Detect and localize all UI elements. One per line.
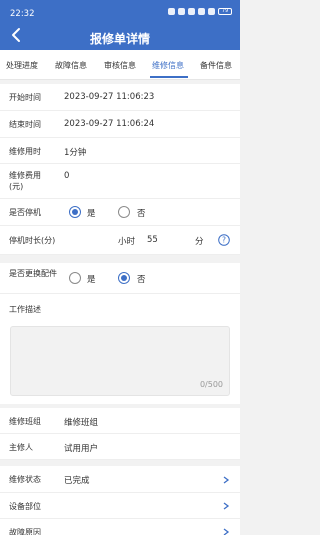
chevron-right-icon [223,502,230,510]
svg-text:?: ? [222,236,226,245]
wifi-icon [198,8,205,15]
downtime-yes-radio[interactable] [69,206,81,218]
downtime-no-radio[interactable] [118,206,130,218]
status-bar: 22:32 79 [0,0,240,22]
alarm-icon [178,8,185,15]
notification-icon [168,8,175,15]
part-replacement-row: 是否更换配件 是 否 [0,263,240,294]
downtime-length-row: 停机时长(分) 小时 55 分 ? [0,226,240,255]
end-time-row: 结束时间 2023-09-27 11:06:24 [0,111,240,138]
chevron-right-icon [223,476,230,484]
tab-progress[interactable]: 处理进度 [6,60,38,71]
repair-duration-row: 维修用时 1分钟 [0,138,240,164]
work-description-input[interactable]: 0/500 [10,326,230,396]
battery-icon: 79 [218,8,232,15]
character-counter: 0/500 [199,380,223,389]
repair-status-row[interactable]: 维修状态 已完成 [0,466,240,493]
repair-cost-value: 0 [64,171,70,181]
equipment-part-label: 设备部位 [9,502,41,511]
tab-repair-info[interactable]: 维修信息 [152,60,184,71]
status-time: 22:32 [10,9,35,19]
start-time-label: 开始时间 [9,93,41,102]
fault-cause-row[interactable]: 故障原因 [0,519,240,535]
repair-duration-label: 维修用时 [9,147,41,156]
lead-repairer-value: 试用用户 [64,444,99,454]
tab-bar: 处理进度 故障信息 审核信息 维修信息 备件信息 [0,50,240,80]
downtime-minutes-input[interactable]: 55 [147,235,158,245]
downtime-minutes-label: 分 [195,237,204,247]
mute-icon [188,8,195,15]
end-time-value: 2023-09-27 11:06:24 [64,119,155,129]
equipment-part-row[interactable]: 设备部位 [0,493,240,519]
part-replacement-label: 是否更换配件 [9,269,57,278]
tab-review-info[interactable]: 审核信息 [104,60,136,71]
repair-duration-value: 1分钟 [64,148,87,158]
repair-status-value: 已完成 [64,476,90,486]
downtime-length-label: 停机时长(分) [9,236,56,245]
status-icons: 79 [168,8,232,15]
help-icon[interactable]: ? [218,234,230,246]
repair-team-value: 维修班组 [64,418,99,428]
tab-parts-info[interactable]: 备件信息 [200,60,232,71]
downtime-hours-label: 小时 [118,237,136,247]
repair-cost-row: 维修费用(元) 0 [0,164,240,199]
start-time-row: 开始时间 2023-09-27 11:06:23 [0,84,240,111]
page-title: 报修单详情 [89,32,150,46]
app-header: 22:32 79 报修单详情 [0,0,240,50]
part-replacement-no-label: 否 [137,275,146,285]
work-description-label: 工作描述 [9,305,41,314]
part-replacement-yes-radio[interactable] [69,272,81,284]
fault-cause-label: 故障原因 [9,528,41,535]
downtime-row: 是否停机 是 否 [0,199,240,226]
end-time-label: 结束时间 [9,120,41,129]
part-replacement-no-radio[interactable] [118,272,130,284]
downtime-label: 是否停机 [9,208,41,217]
downtime-no-label: 否 [137,209,146,219]
signal-icon [208,8,215,15]
lead-repairer-label: 主修人 [9,443,33,452]
repair-cost-label: 维修费用(元) [9,171,41,191]
tab-fault-info[interactable]: 故障信息 [55,60,87,71]
lead-repairer-row: 主修人 试用用户 [0,434,240,460]
repair-status-label: 维修状态 [9,475,41,484]
repair-team-label: 维修班组 [9,417,41,426]
start-time-value: 2023-09-27 11:06:23 [64,92,155,102]
downtime-yes-label: 是 [87,209,96,219]
active-tab-indicator [150,76,188,78]
chevron-right-icon [223,528,230,535]
part-replacement-yes-label: 是 [87,275,96,285]
repair-team-row: 维修班组 维修班组 [0,408,240,434]
